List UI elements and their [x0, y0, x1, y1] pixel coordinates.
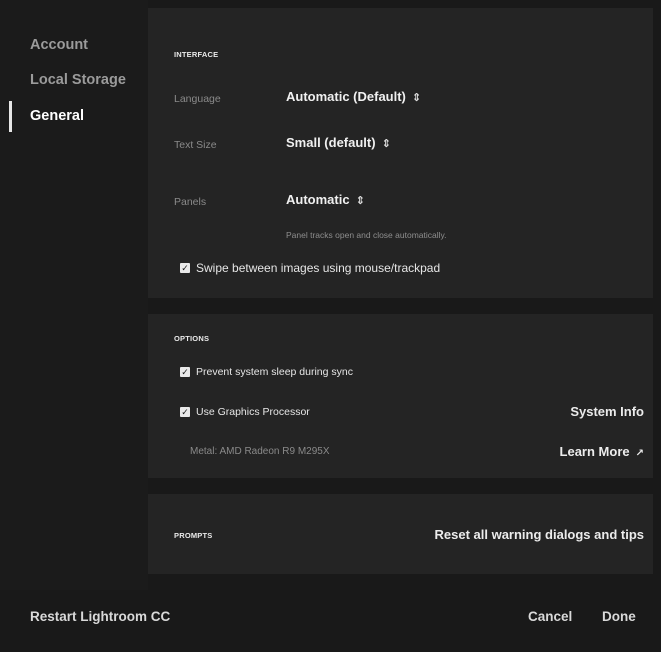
prevent-sleep-checkbox-row[interactable]: ✓ Prevent system sleep during sync — [180, 366, 353, 378]
prevent-sleep-label: Prevent system sleep during sync — [196, 366, 353, 378]
restart-button[interactable]: Restart Lightroom CC — [30, 609, 170, 624]
options-section-title: OPTIONS — [174, 334, 210, 343]
language-dropdown[interactable]: Automatic (Default) ⇕ — [286, 89, 421, 104]
done-button[interactable]: Done — [602, 609, 636, 624]
panels-dropdown[interactable]: Automatic ⇕ — [286, 192, 365, 207]
swipe-label: Swipe between images using mouse/trackpa… — [196, 261, 441, 275]
gpu-info-text: Metal: AMD Radeon R9 M295X — [190, 446, 330, 457]
language-label: Language — [174, 93, 221, 105]
options-panel: OPTIONS ✓ Prevent system sleep during sy… — [148, 314, 653, 478]
checkmark-icon[interactable]: ✓ — [180, 367, 190, 377]
panels-hint: Panel tracks open and close automaticall… — [286, 230, 447, 240]
checkmark-icon[interactable]: ✓ — [180, 407, 190, 417]
external-link-icon: ↗ — [635, 448, 644, 459]
updown-arrow-icon: ⇕ — [355, 195, 365, 207]
panels-label: Panels — [174, 196, 207, 208]
sidebar: Account Local Storage General — [0, 0, 148, 590]
prompts-panel: PROMPTS Reset all warning dialogs and ti… — [148, 494, 653, 574]
interface-panel: INTERFACE Language Automatic (Default) ⇕ … — [148, 8, 653, 298]
updown-arrow-icon: ⇕ — [411, 92, 422, 104]
sidebar-item-local-storage[interactable]: Local Storage — [30, 72, 126, 88]
text-size-value: Small (default) — [286, 135, 376, 150]
system-info-link[interactable]: System Info — [570, 404, 644, 419]
checkmark-icon[interactable]: ✓ — [180, 263, 190, 273]
sidebar-item-account[interactable]: Account — [30, 37, 88, 53]
text-size-dropdown[interactable]: Small (default) ⇕ — [286, 135, 391, 150]
updown-arrow-icon: ⇕ — [381, 138, 391, 150]
text-size-label: Text Size — [174, 139, 217, 151]
active-indicator — [9, 101, 12, 132]
gpu-label: Use Graphics Processor — [196, 406, 310, 418]
reset-dialogs-button[interactable]: Reset all warning dialogs and tips — [435, 527, 645, 542]
language-value: Automatic (Default) — [286, 89, 406, 104]
cancel-button[interactable]: Cancel — [528, 609, 572, 624]
panels-value: Automatic — [286, 192, 350, 207]
swipe-checkbox-row[interactable]: ✓ Swipe between images using mouse/track… — [180, 261, 440, 275]
prompts-section-title: PROMPTS — [174, 531, 213, 540]
gpu-checkbox-row[interactable]: ✓ Use Graphics Processor — [180, 406, 310, 418]
learn-more-link[interactable]: Learn More ↗ — [560, 444, 644, 459]
learn-more-label: Learn More — [559, 444, 630, 459]
sidebar-item-general[interactable]: General — [30, 108, 84, 124]
interface-section-title: INTERFACE — [174, 50, 219, 59]
